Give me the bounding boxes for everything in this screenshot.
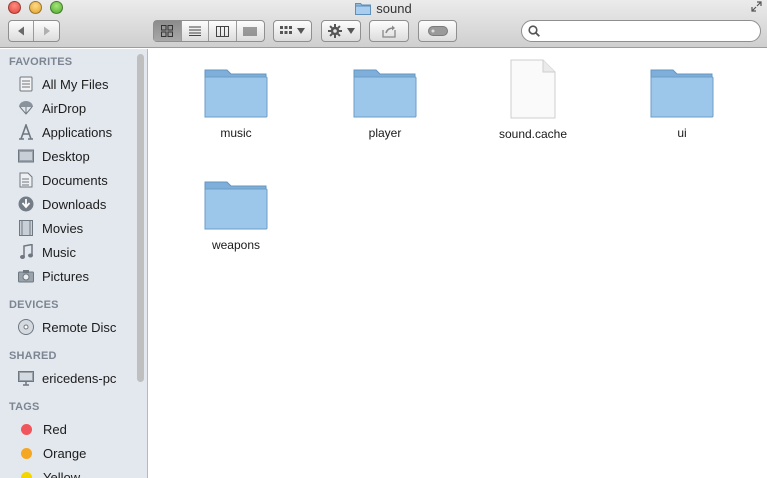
- file-item-sound-cache[interactable]: sound.cache: [478, 59, 588, 141]
- sidebar-item-tag-yellow[interactable]: Yellow: [0, 466, 136, 478]
- sidebar-item-tag-orange[interactable]: Orange: [0, 442, 136, 464]
- sidebar-item-tag-red[interactable]: Red: [0, 418, 136, 440]
- arrange-button[interactable]: [273, 20, 312, 42]
- tag-pill-icon: [427, 26, 448, 36]
- forward-arrow-icon: [44, 26, 50, 36]
- icon-view-button[interactable]: [154, 21, 182, 41]
- folder-icon: [204, 181, 268, 230]
- camera-icon: [17, 267, 35, 285]
- all-my-files-icon: [17, 75, 35, 93]
- arrange-grid-icon: [280, 26, 292, 34]
- sidebar-header-shared: SHARED: [9, 350, 57, 362]
- gear-icon: [327, 24, 342, 38]
- file-item-weapons[interactable]: weapons: [181, 179, 291, 252]
- tag-red-dot-icon: [21, 423, 32, 435]
- icon-view-icon: [161, 25, 174, 37]
- window-title: sound: [0, 0, 767, 16]
- folder-icon: [650, 69, 714, 118]
- sidebar-item-documents[interactable]: Documents: [0, 169, 136, 191]
- chevron-down-icon: [297, 28, 305, 34]
- sidebar-item-downloads[interactable]: Downloads: [0, 193, 136, 215]
- documents-icon: [17, 171, 35, 189]
- remote-disc-icon: [17, 318, 35, 336]
- column-view-icon: [215, 25, 229, 37]
- airdrop-icon: [17, 99, 35, 117]
- sidebar-item-music[interactable]: Music: [0, 241, 136, 263]
- forward-button[interactable]: [34, 21, 59, 41]
- sidebar-header-favorites: FAVORITES: [9, 56, 73, 68]
- tag-orange-dot-icon: [21, 447, 32, 459]
- file-item-music[interactable]: music: [181, 67, 291, 140]
- window-toolbar: sound: [0, 0, 767, 48]
- file-browser-area: music player sound.cache ui weapons: [149, 49, 767, 478]
- desktop-icon: [17, 147, 35, 165]
- cover-flow-view-icon: [243, 26, 257, 36]
- sidebar-item-applications[interactable]: Applications: [0, 121, 136, 143]
- file-item-player[interactable]: player: [330, 67, 440, 140]
- view-mode-control: [153, 20, 265, 42]
- folder-icon: [353, 69, 417, 118]
- sidebar-item-remote-disc[interactable]: Remote Disc: [0, 316, 136, 338]
- sidebar-item-movies[interactable]: Movies: [0, 217, 136, 239]
- movies-icon: [17, 219, 35, 237]
- edit-tags-button[interactable]: [418, 20, 457, 42]
- file-item-ui[interactable]: ui: [627, 67, 737, 140]
- list-view-icon: [188, 26, 201, 36]
- folder-icon: [204, 69, 268, 118]
- back-button[interactable]: [9, 21, 35, 41]
- document-file-icon: [510, 59, 556, 119]
- sidebar: FAVORITES All My Files AirDrop Applicati…: [0, 49, 148, 478]
- window-title-text: sound: [376, 0, 412, 16]
- sidebar-item-desktop[interactable]: Desktop: [0, 145, 136, 167]
- column-view-button[interactable]: [209, 21, 237, 41]
- chevron-down-icon: [346, 28, 355, 34]
- sidebar-header-tags: TAGS: [9, 401, 40, 413]
- sidebar-item-pictures[interactable]: Pictures: [0, 265, 136, 287]
- music-note-icon: [17, 243, 35, 261]
- search-input[interactable]: [546, 24, 756, 38]
- sidebar-item-ericedens-pc[interactable]: ericedens-pc: [0, 367, 136, 389]
- share-button[interactable]: [369, 20, 409, 42]
- cover-flow-view-button[interactable]: [237, 21, 264, 41]
- fullscreen-icon[interactable]: [751, 1, 763, 13]
- sidebar-header-devices: DEVICES: [9, 299, 59, 311]
- action-button[interactable]: [321, 20, 361, 42]
- folder-icon: [355, 2, 372, 15]
- applications-icon: [17, 123, 35, 141]
- tag-yellow-dot-icon: [21, 471, 32, 478]
- share-icon: [382, 25, 396, 38]
- search-icon: [528, 25, 540, 37]
- back-forward-buttons: [8, 20, 60, 42]
- back-arrow-icon: [17, 26, 24, 36]
- pc-monitor-icon: [17, 369, 35, 387]
- sidebar-item-all-my-files[interactable]: All My Files: [0, 73, 136, 95]
- downloads-icon: [17, 195, 35, 213]
- search-field[interactable]: [521, 20, 761, 42]
- sidebar-item-airdrop[interactable]: AirDrop: [0, 97, 136, 119]
- list-view-button[interactable]: [182, 21, 209, 41]
- sidebar-scrollbar[interactable]: [137, 54, 144, 382]
